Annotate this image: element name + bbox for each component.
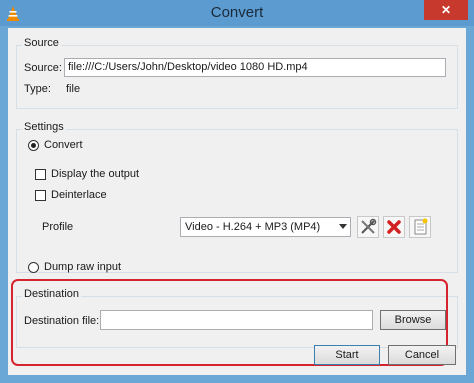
type-value: file bbox=[66, 83, 81, 95]
edit-profile-button[interactable] bbox=[357, 216, 379, 238]
source-field[interactable]: file:///C:/Users/John/Desktop/video 1080… bbox=[64, 58, 446, 77]
convert-radio[interactable] bbox=[28, 140, 39, 151]
source-label: Source: bbox=[24, 62, 62, 74]
deinterlace-label[interactable]: Deinterlace bbox=[51, 189, 107, 201]
deinterlace-checkbox[interactable] bbox=[35, 190, 46, 201]
source-group bbox=[16, 45, 458, 109]
convert-window: Convert ✕ Source Source: file:///C:/User… bbox=[0, 0, 474, 383]
destination-highlight bbox=[11, 279, 448, 366]
profile-select[interactable]: Video - H.264 + MP3 (MP4) bbox=[180, 217, 351, 237]
display-output-label[interactable]: Display the output bbox=[51, 168, 139, 180]
new-profile-icon bbox=[414, 218, 428, 235]
profile-label: Profile bbox=[42, 221, 74, 233]
delete-profile-icon bbox=[387, 220, 401, 234]
profile-select-value: Video - H.264 + MP3 (MP4) bbox=[185, 221, 321, 233]
settings-group-label: Settings bbox=[22, 121, 66, 133]
convert-label[interactable]: Convert bbox=[44, 139, 83, 151]
dialog-body: Source Source: file:///C:/Users/John/Des… bbox=[8, 28, 466, 375]
close-button[interactable]: ✕ bbox=[424, 0, 468, 20]
type-label: Type: bbox=[24, 83, 51, 95]
edit-profile-icon bbox=[361, 218, 377, 234]
chevron-down-icon bbox=[339, 224, 347, 229]
cancel-button[interactable]: Cancel bbox=[388, 345, 456, 365]
delete-profile-button[interactable] bbox=[383, 216, 405, 238]
display-output-checkbox[interactable] bbox=[35, 169, 46, 180]
source-group-label: Source bbox=[22, 37, 61, 49]
start-button[interactable]: Start bbox=[314, 345, 380, 365]
dump-raw-label[interactable]: Dump raw input bbox=[44, 261, 121, 273]
new-profile-button[interactable] bbox=[409, 216, 431, 238]
dump-raw-radio[interactable] bbox=[28, 262, 39, 273]
title-bar[interactable]: Convert ✕ bbox=[0, 0, 474, 26]
window-title: Convert bbox=[210, 4, 264, 21]
